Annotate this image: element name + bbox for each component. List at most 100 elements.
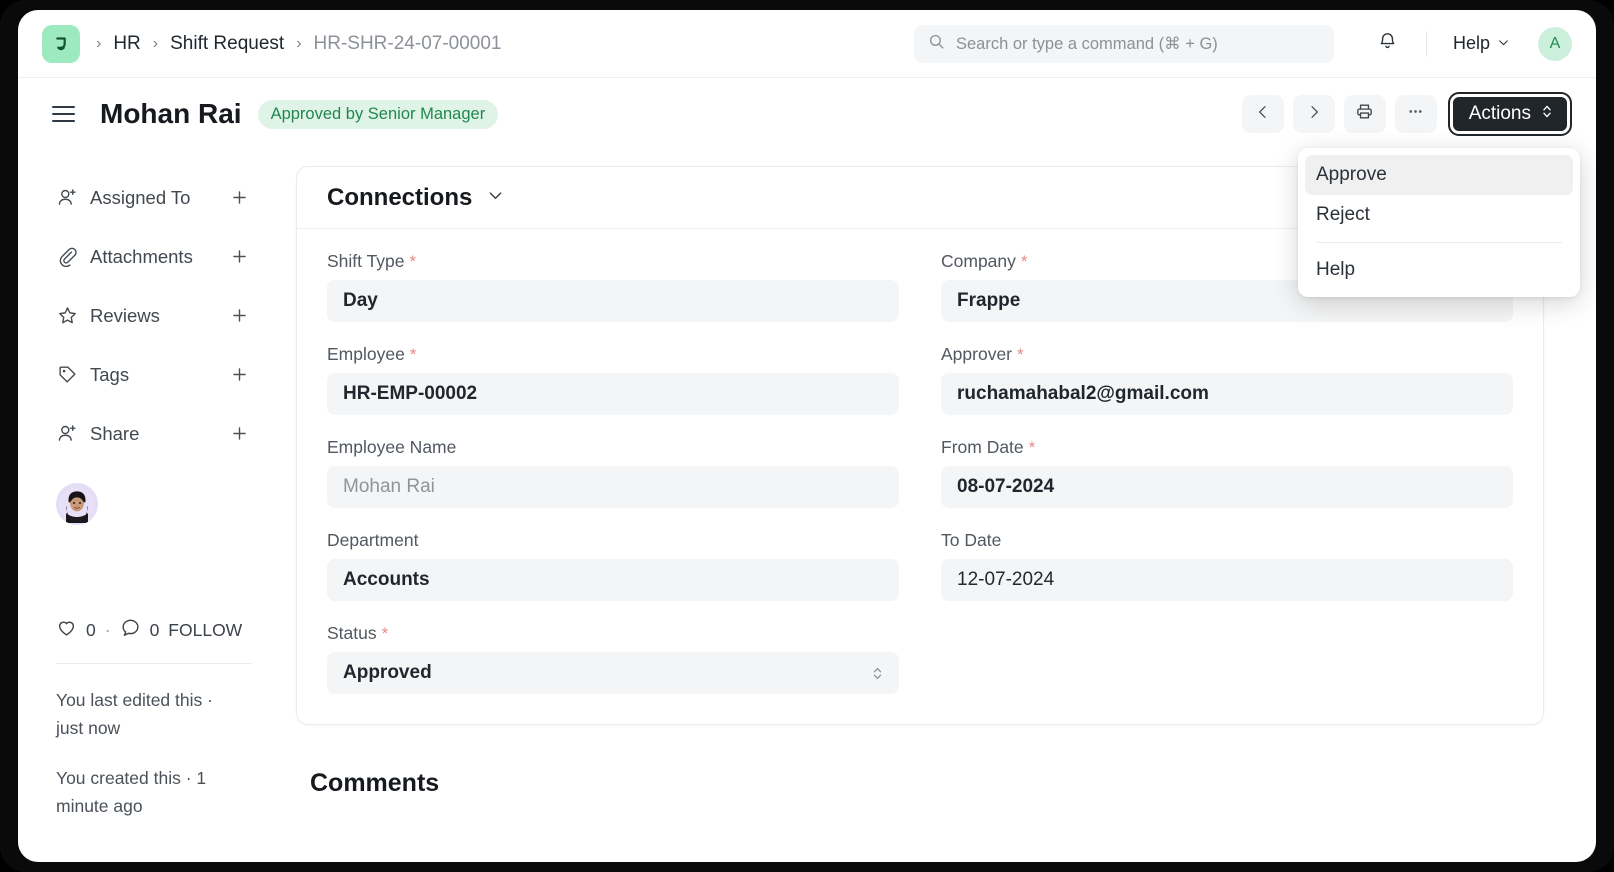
avatar-initial: A <box>1550 35 1561 53</box>
sidebar-divider <box>56 663 252 664</box>
field-label: To Date <box>941 530 1513 551</box>
required-marker: * <box>410 252 417 272</box>
field-label: Employee * <box>327 344 899 365</box>
like-count: 0 <box>86 620 96 641</box>
hamburger-icon[interactable] <box>52 99 82 129</box>
required-marker: * <box>410 345 417 365</box>
menu-divider <box>1316 242 1562 243</box>
user-avatar[interactable]: A <box>1538 27 1572 61</box>
paperclip-icon <box>56 246 78 268</box>
approver-input[interactable]: ruchamahabal2@gmail.com <box>941 373 1513 415</box>
status-select[interactable]: Approved <box>327 652 899 694</box>
tag-icon <box>56 364 78 386</box>
navbar-right-group: Search or type a command (⌘ + G) Help <box>914 24 1572 64</box>
print-button[interactable] <box>1344 95 1386 133</box>
search-input[interactable]: Search or type a command (⌘ + G) <box>914 25 1334 63</box>
follow-label[interactable]: FOLLOW <box>168 620 242 641</box>
sidebar-item-label: Tags <box>90 364 129 386</box>
stats-separator: · <box>105 620 111 641</box>
sidebar-item-label: Assigned To <box>90 187 190 209</box>
chevron-down-icon <box>1497 33 1510 54</box>
shift-type-input[interactable]: Day <box>327 280 899 322</box>
top-navbar: › HR › Shift Request › HR-SHR-24-07-0000… <box>18 10 1596 78</box>
comments-heading: Comments <box>310 769 1544 798</box>
next-document-button[interactable] <box>1293 95 1335 133</box>
chevron-up-down-icon <box>872 665 883 682</box>
actions-button[interactable]: Actions <box>1450 94 1570 134</box>
created-info: You created this · 1 minute ago <box>56 764 242 820</box>
user-plus-icon <box>56 423 78 445</box>
app-window: › HR › Shift Request › HR-SHR-24-07-0000… <box>18 10 1596 862</box>
breadcrumb: › HR › Shift Request › HR-SHR-24-07-0000… <box>94 31 509 57</box>
header-actions-group: Actions Approve Reject Help <box>1242 94 1570 134</box>
breadcrumb-item-shift-request[interactable]: Shift Request <box>162 31 292 57</box>
required-marker: * <box>382 624 389 644</box>
help-menu-button[interactable]: Help <box>1445 28 1518 59</box>
chevron-right-icon <box>1306 104 1322 125</box>
to-date-input[interactable]: 12-07-2024 <box>941 559 1513 601</box>
field-to-date: To Date 12-07-2024 <box>941 530 1513 601</box>
sidebar-item-reviews[interactable]: Reviews <box>56 286 250 345</box>
sidebar-item-label: Share <box>90 423 139 445</box>
frappe-hr-logo-icon[interactable] <box>42 25 80 63</box>
menu-item-reject[interactable]: Reject <box>1305 195 1573 235</box>
field-label: From Date * <box>941 437 1513 458</box>
page-title: Mohan Rai <box>100 98 242 130</box>
department-input[interactable]: Accounts <box>327 559 899 601</box>
page-header: Mohan Rai Approved by Senior Manager <box>18 78 1596 150</box>
user-photo-avatar-icon <box>59 487 95 523</box>
window-frame: › HR › Shift Request › HR-SHR-24-07-0000… <box>0 0 1614 872</box>
chevron-down-icon[interactable] <box>486 186 505 210</box>
more-options-button[interactable] <box>1395 95 1437 133</box>
sidebar-item-label: Reviews <box>90 305 160 327</box>
add-assigned-to-button[interactable] <box>228 187 250 209</box>
menu-item-approve[interactable]: Approve <box>1305 155 1573 195</box>
add-attachment-button[interactable] <box>228 246 250 268</box>
comment-icon[interactable] <box>120 617 141 643</box>
bell-icon <box>1377 31 1398 57</box>
status-select-value: Approved <box>343 662 432 684</box>
search-placeholder: Search or type a command (⌘ + G) <box>956 34 1218 54</box>
navbar-divider <box>1426 31 1427 57</box>
heart-icon[interactable] <box>56 617 77 643</box>
field-label: Employee Name <box>327 437 899 458</box>
from-date-input[interactable]: 08-07-2024 <box>941 466 1513 508</box>
add-share-button[interactable] <box>228 423 250 445</box>
sidebar-item-tags[interactable]: Tags <box>56 345 250 404</box>
search-icon <box>928 33 945 55</box>
menu-item-help[interactable]: Help <box>1305 250 1573 290</box>
star-icon <box>56 305 78 327</box>
employee-name-input[interactable]: Mohan Rai <box>327 466 899 508</box>
previous-document-button[interactable] <box>1242 95 1284 133</box>
add-tag-button[interactable] <box>228 364 250 386</box>
field-label: Shift Type * <box>327 251 899 272</box>
sidebar-item-share[interactable]: Share <box>56 404 250 463</box>
chevron-left-icon <box>1255 104 1271 125</box>
required-marker: * <box>1021 252 1028 272</box>
breadcrumb-separator: › <box>94 36 103 52</box>
required-marker: * <box>1029 438 1036 458</box>
breadcrumb-separator: › <box>294 36 303 52</box>
sidebar-item-attachments[interactable]: Attachments <box>56 227 250 286</box>
employee-input[interactable]: HR-EMP-00002 <box>327 373 899 415</box>
section-title: Connections <box>327 184 472 212</box>
field-label: Approver * <box>941 344 1513 365</box>
breadcrumb-separator: › <box>151 36 160 52</box>
notifications-button[interactable] <box>1368 24 1408 64</box>
breadcrumb-item-hr[interactable]: HR <box>105 31 148 57</box>
breadcrumb-item-document-id: HR-SHR-24-07-00001 <box>306 31 510 57</box>
column-spacer <box>941 623 1513 687</box>
field-approver: Approver * ruchamahabal2@gmail.com <box>941 344 1513 415</box>
form-column-left: Shift Type * Day Employee * HR-EMP-00002 <box>327 251 899 694</box>
form-column-right: Company * Frappe Approver * ruchamahabal… <box>941 251 1513 694</box>
document-sidebar: Assigned To Attachments <box>18 150 280 862</box>
field-employee: Employee * HR-EMP-00002 <box>327 344 899 415</box>
add-review-button[interactable] <box>228 305 250 327</box>
form-grid: Shift Type * Day Employee * HR-EMP-00002 <box>297 229 1543 724</box>
chevron-up-down-icon <box>1541 103 1553 126</box>
sidebar-item-assigned-to[interactable]: Assigned To <box>56 168 250 227</box>
status-badge: Approved by Senior Manager <box>258 100 499 129</box>
assigned-user-avatar[interactable] <box>56 483 98 525</box>
field-department: Department Accounts <box>327 530 899 601</box>
comment-count: 0 <box>150 620 160 641</box>
